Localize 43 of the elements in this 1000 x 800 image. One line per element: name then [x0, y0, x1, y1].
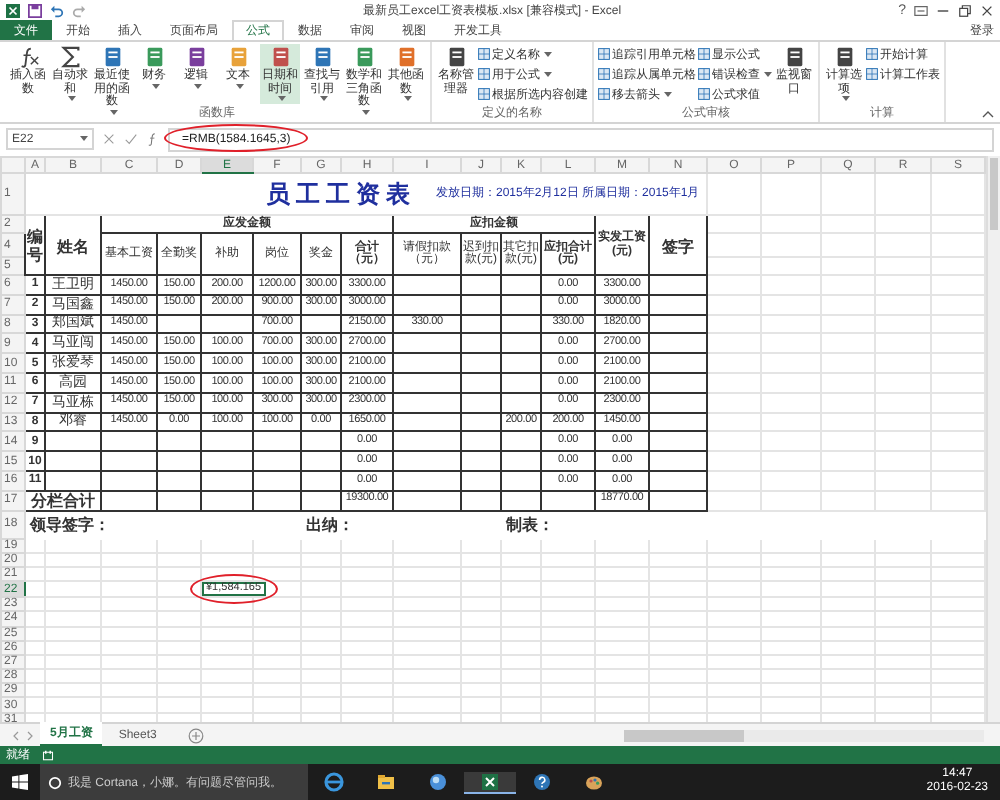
grid-icon: [698, 48, 710, 60]
horizontal-scrollbar[interactable]: [624, 729, 984, 741]
grid-icon: [598, 68, 610, 80]
column-heading: 签字: [662, 235, 694, 255]
check-icon[interactable]: [124, 132, 138, 146]
signature-label: 出纳：: [306, 514, 354, 535]
collapse-ribbon-icon[interactable]: [982, 110, 994, 118]
sum-icon: [59, 46, 81, 68]
annotation-ellipse: [164, 124, 308, 152]
undo-icon[interactable]: [50, 3, 64, 17]
function-icon[interactable]: [146, 132, 160, 146]
grid-icon: [698, 88, 710, 100]
signature-label: 制表：: [506, 514, 554, 535]
macro-record-icon[interactable]: [42, 749, 54, 761]
vertical-scrollbar[interactable]: [986, 156, 1000, 722]
grid-icon: [698, 68, 710, 80]
close-icon[interactable]: [980, 3, 994, 17]
book-icon: [269, 46, 291, 68]
grid-icon: [866, 68, 878, 80]
grid-icon: [598, 88, 610, 100]
restore-icon[interactable]: [958, 3, 972, 17]
column-heading: 编号: [27, 227, 43, 263]
column-heading: 姓名: [57, 235, 89, 255]
cortana-circle-icon: [48, 775, 62, 789]
windows-start-icon[interactable]: [12, 774, 28, 790]
grid-icon: [478, 48, 490, 60]
excel-icon[interactable]: [464, 771, 516, 793]
signature-label: 领导签字：: [30, 514, 110, 535]
annotation-ellipse: [190, 574, 278, 605]
total-label: 分栏合计: [31, 490, 95, 511]
previous-sheet-icon[interactable]: [12, 729, 20, 741]
save-icon[interactable]: [28, 3, 42, 17]
next-sheet-icon[interactable]: [26, 729, 34, 741]
grid-icon: [598, 48, 610, 60]
add-sheet-icon[interactable]: [188, 727, 205, 743]
grid-icon: [478, 88, 490, 100]
cancel-icon[interactable]: [102, 132, 116, 146]
ribbon-display-icon[interactable]: [914, 3, 928, 17]
caret-icon: [80, 136, 88, 142]
sheet-title: 员工工资表: [266, 182, 416, 206]
grid-icon: [478, 68, 490, 80]
grid-icon: [866, 48, 878, 60]
function-icon: [17, 46, 39, 68]
